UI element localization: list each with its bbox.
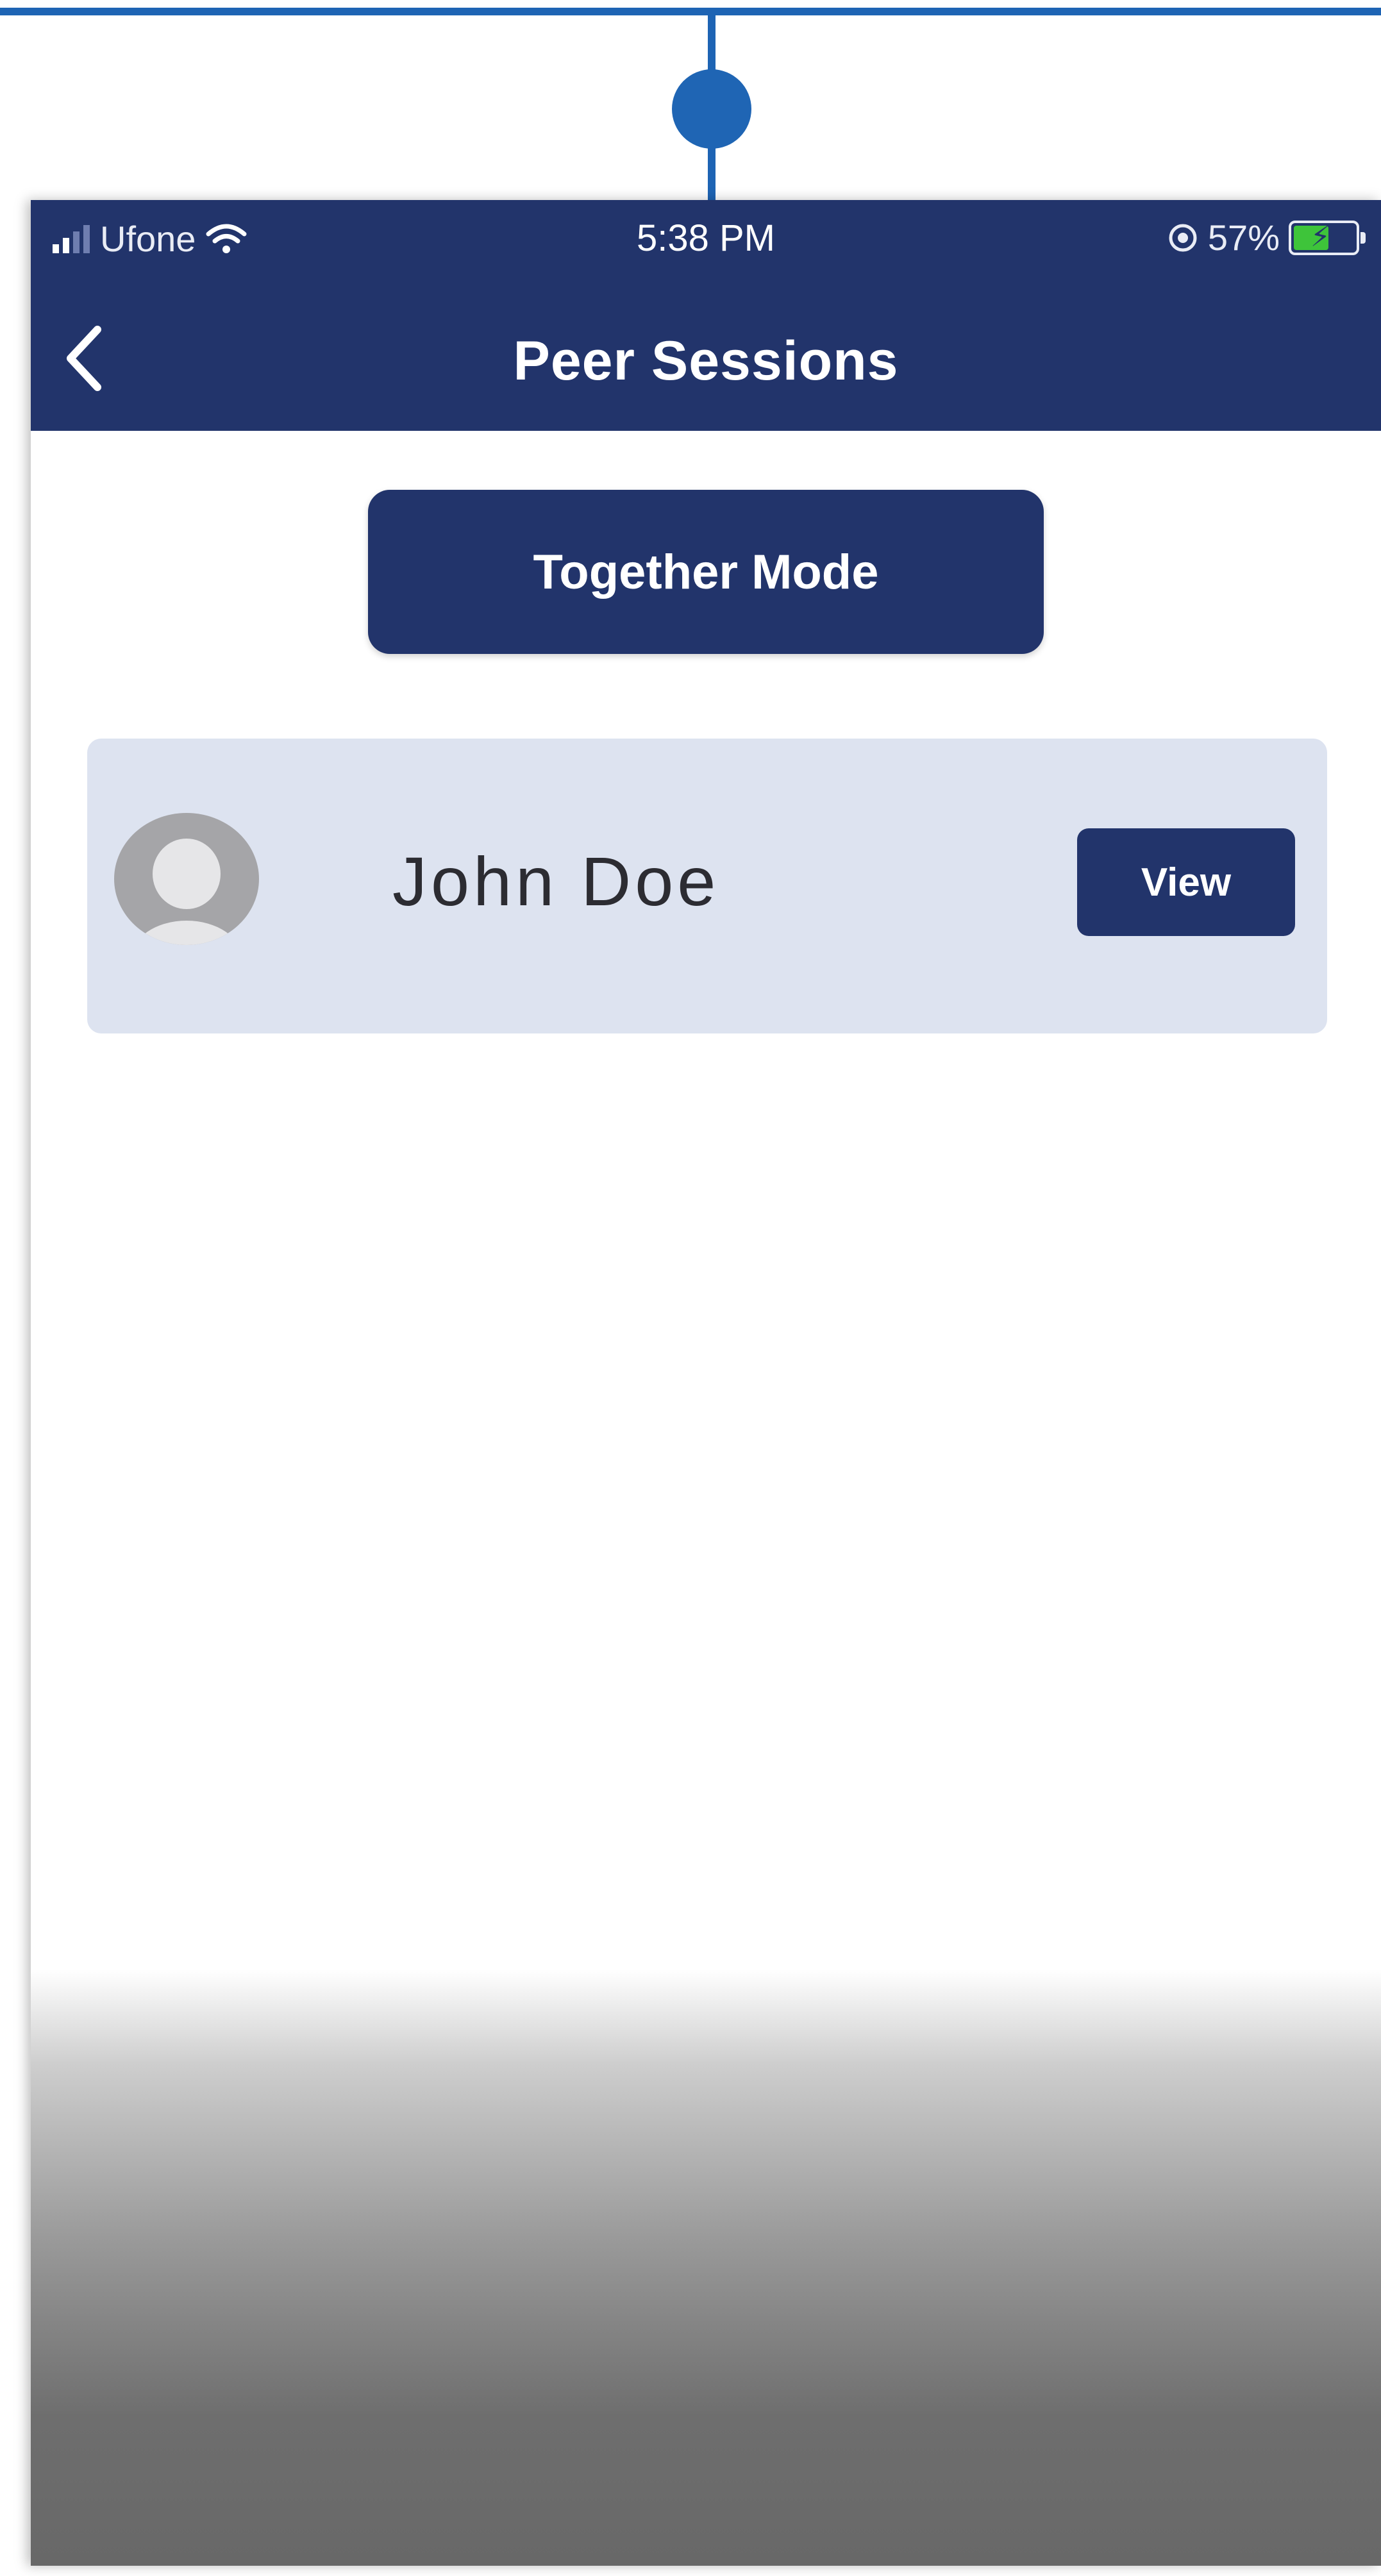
charging-bolt-icon: ⚡ xyxy=(1310,221,1330,253)
together-mode-button[interactable]: Together Mode xyxy=(368,490,1044,654)
list-item[interactable]: John Doe View xyxy=(87,739,1327,1033)
battery-icon: ⚡ xyxy=(1289,220,1366,255)
nav-bar: Peer Sessions xyxy=(31,296,1381,424)
status-bar: Ufone 5:38 PM 57% ⚡ xyxy=(31,200,1381,277)
status-right: 57% ⚡ xyxy=(1167,217,1366,258)
battery-percent: 57% xyxy=(1207,217,1280,258)
callout-line-top xyxy=(0,8,1381,15)
screenshot-canvas: Ufone 5:38 PM 57% ⚡ Peer Sessions Togeth… xyxy=(0,0,1381,2576)
phone-screen: Ufone 5:38 PM 57% ⚡ Peer Sessions Togeth… xyxy=(31,200,1381,2566)
peer-name: John Doe xyxy=(392,842,720,920)
user-avatar-icon xyxy=(114,813,259,945)
bottom-fade-overlay xyxy=(31,1970,1381,2566)
app-header: Ufone 5:38 PM 57% ⚡ Peer Sessions xyxy=(31,200,1381,431)
page-title: Peer Sessions xyxy=(513,330,899,392)
orientation-lock-icon xyxy=(1169,224,1197,251)
view-button[interactable]: View xyxy=(1077,828,1295,936)
callout-dot xyxy=(672,69,751,149)
